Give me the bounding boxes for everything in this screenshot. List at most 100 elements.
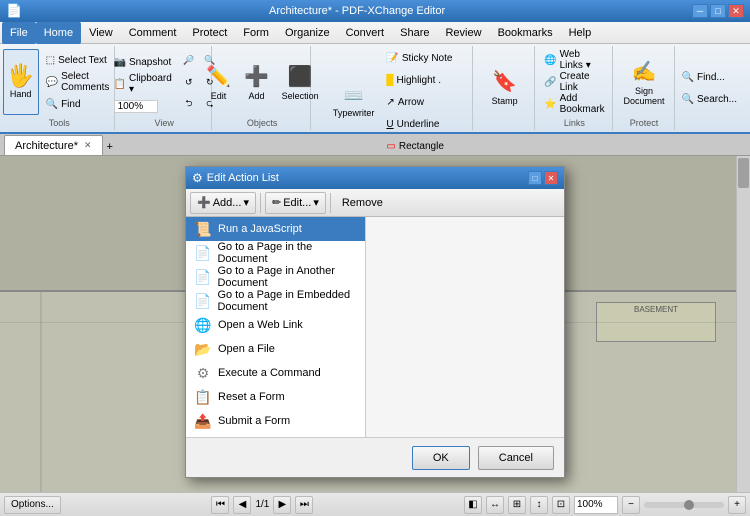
menu-help[interactable]: Help — [561, 22, 600, 44]
zoom-page-button[interactable]: ⊞ — [508, 496, 526, 514]
zoom-in-button[interactable]: 🔎 — [179, 50, 199, 70]
dialog-restore-button[interactable]: □ — [528, 171, 542, 185]
list-item-open-file[interactable]: 📂 Open a File — [186, 337, 365, 361]
sticky-note-label: Sticky Note — [402, 53, 453, 64]
list-item-reset-form[interactable]: 📋 Reset a Form — [186, 385, 365, 409]
zoom-width-button[interactable]: ↔ — [486, 496, 504, 514]
list-item-go-page-doc[interactable]: 📄 Go to a Page in the Document — [186, 241, 365, 265]
hand-tool-button[interactable]: 🖐 Hand — [3, 49, 39, 115]
prev-page-button[interactable]: ◀ — [233, 496, 251, 514]
rectangle-label: Rectangle — [399, 141, 444, 152]
menu-organize[interactable]: Organize — [277, 22, 338, 44]
menu-review[interactable]: Review — [437, 22, 489, 44]
menu-home[interactable]: Home — [36, 22, 81, 44]
arrow-button[interactable]: ↗ Arrow — [381, 92, 457, 112]
zoom-height-button[interactable]: ↕ — [530, 496, 548, 514]
ribbon-group-protect: ✍️ SignDocument Protect — [615, 46, 675, 130]
zoom-value[interactable]: 100% — [114, 100, 158, 113]
minimize-button[interactable]: ─ — [692, 4, 708, 18]
find-search-icon: 🔍 — [682, 72, 694, 83]
comment-buttons: ⌨️ Typewriter 📝 Sticky Note █ Highlight … — [328, 48, 458, 156]
ribbon-group-stamp: 🔖 Stamp — [475, 46, 535, 130]
last-page-button[interactable]: ⏭ — [295, 496, 313, 514]
typewriter-button[interactable]: ⌨️ Typewriter — [328, 69, 380, 135]
menu-form[interactable]: Form — [235, 22, 277, 44]
menu-convert[interactable]: Convert — [338, 22, 393, 44]
status-right: ◧ ↔ ⊞ ↕ ⊡ 100% − + — [464, 496, 746, 514]
sign-document-button[interactable]: ✍️ SignDocument — [619, 49, 670, 115]
sticky-note-icon: 📝 — [386, 53, 398, 64]
zoom-actual-button[interactable]: ⊡ — [552, 496, 570, 514]
list-item-go-page-another[interactable]: 📄 Go to a Page in Another Document — [186, 265, 365, 289]
clipboard-button[interactable]: 📋 Clipboard ▾ — [109, 74, 177, 94]
stamp-button[interactable]: 🔖 Stamp — [487, 54, 523, 120]
next-page-button[interactable]: ▶ — [273, 496, 291, 514]
create-link-button[interactable]: 🔗 Create Link — [539, 72, 609, 92]
tools-buttons: 🖐 Hand ⬚ Select Text 💬 Select Comments 🔍… — [3, 48, 116, 116]
select-comments-button[interactable]: 💬 Select Comments — [41, 72, 116, 92]
list-item-run-js[interactable]: 📜 Run a JavaScript — [186, 217, 365, 241]
select-text-button[interactable]: ⬚ Select Text — [41, 50, 116, 70]
typewriter-label: Typewriter — [333, 108, 375, 118]
tab-architecture[interactable]: Architecture* ✕ — [4, 135, 103, 155]
menu-file[interactable]: File — [2, 22, 36, 44]
find-search-button[interactable]: 🔍 Find... — [677, 67, 742, 87]
tab-close-icon[interactable]: ✕ — [84, 140, 92, 151]
dialog-body: 📜 Run a JavaScript 📄 Go to a Page in the… — [186, 217, 564, 437]
first-page-button[interactable]: ⏮ — [211, 496, 229, 514]
dialog-footer: OK Cancel — [186, 437, 564, 477]
add-button[interactable]: ➕ Add — [239, 49, 275, 115]
edit-button[interactable]: ✏️ Edit — [201, 49, 237, 115]
options-button[interactable]: Options... — [4, 496, 61, 514]
cancel-button[interactable]: Cancel — [478, 446, 554, 470]
dialog-close-button[interactable]: ✕ — [544, 171, 558, 185]
add-bookmark-button[interactable]: ⭐ Add Bookmark — [539, 94, 609, 114]
web-links-button[interactable]: 🌐 Web Links ▾ — [539, 50, 609, 70]
menu-protect[interactable]: Protect — [184, 22, 235, 44]
add-action-icon: ➕ — [197, 196, 211, 209]
add-action-button[interactable]: ➕ Add... ▾ — [190, 192, 256, 214]
highlight-button[interactable]: █ Highlight . — [381, 70, 457, 90]
highlight-label: Highlight . — [397, 75, 441, 86]
close-button[interactable]: ✕ — [728, 4, 744, 18]
back-button[interactable]: ⮌ — [179, 94, 199, 114]
rectangle-button[interactable]: ▭ Rectangle — [381, 136, 457, 156]
new-tab-button[interactable]: + — [103, 139, 117, 155]
zoom-input[interactable]: 100% — [109, 96, 177, 116]
rotate-left-button[interactable]: ↺ — [179, 72, 199, 92]
typewriter-icon: ⌨️ — [344, 86, 364, 106]
web-links-label: Web Links ▾ — [560, 49, 605, 71]
list-item-submit-form[interactable]: 📤 Submit a Form — [186, 409, 365, 433]
menu-share[interactable]: Share — [392, 22, 437, 44]
edit-action-label: Edit... — [283, 197, 311, 209]
zoom-increase-button[interactable]: + — [728, 496, 746, 514]
sticky-note-button[interactable]: 📝 Sticky Note — [381, 48, 457, 68]
remove-action-button[interactable]: Remove — [335, 192, 390, 214]
find-button[interactable]: 🔍 Find — [41, 94, 116, 114]
title-bar-left: 📄 — [6, 3, 22, 19]
go-page-doc-icon: 📄 — [194, 245, 211, 262]
ok-button[interactable]: OK — [412, 446, 470, 470]
list-item-play-sound[interactable]: 🔊 Play a Sound — [186, 433, 365, 437]
zoom-fit-button[interactable]: ◧ — [464, 496, 482, 514]
dialog-overlay: ⚙ Edit Action List □ ✕ ➕ Add... ▾ ✏ — [0, 156, 750, 492]
menu-view[interactable]: View — [81, 22, 121, 44]
remove-action-label: Remove — [342, 197, 383, 209]
menu-comment[interactable]: Comment — [121, 22, 185, 44]
zoom-slider[interactable] — [644, 502, 724, 508]
list-item-open-web[interactable]: 🌐 Open a Web Link — [186, 313, 365, 337]
snapshot-button[interactable]: 📷 Snapshot — [109, 52, 177, 72]
zoom-value-display[interactable]: 100% — [574, 496, 618, 514]
restore-button[interactable]: □ — [710, 4, 726, 18]
select-text-icon: ⬚ — [46, 55, 55, 66]
zoom-decrease-button[interactable]: − — [622, 496, 640, 514]
edit-action-button[interactable]: ✏ Edit... ▾ — [265, 192, 326, 214]
list-item-go-page-embedded[interactable]: 📄 Go to a Page in Embedded Document — [186, 289, 365, 313]
search-button[interactable]: 🔍 Search... — [677, 89, 742, 109]
open-web-label: Open a Web Link — [218, 319, 303, 331]
open-file-label: Open a File — [218, 343, 275, 355]
list-item-execute-cmd[interactable]: ⚙ Execute a Command — [186, 361, 365, 385]
stamp-label: Stamp — [492, 96, 518, 106]
underline-button[interactable]: U Underline — [381, 114, 457, 134]
menu-bookmarks[interactable]: Bookmarks — [490, 22, 561, 44]
